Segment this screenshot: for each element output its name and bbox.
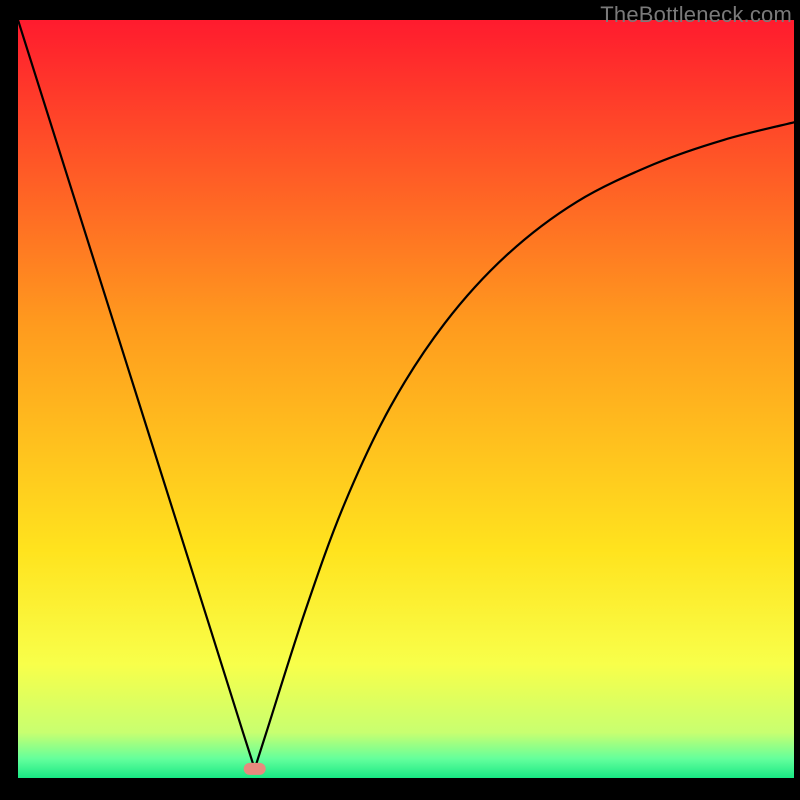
chart-svg bbox=[18, 20, 794, 778]
chart-container: TheBottleneck.com bbox=[0, 0, 800, 800]
watermark-text: TheBottleneck.com bbox=[600, 2, 792, 28]
gradient-background bbox=[18, 20, 794, 778]
optimum-marker bbox=[244, 763, 266, 775]
plot-area bbox=[18, 20, 794, 778]
